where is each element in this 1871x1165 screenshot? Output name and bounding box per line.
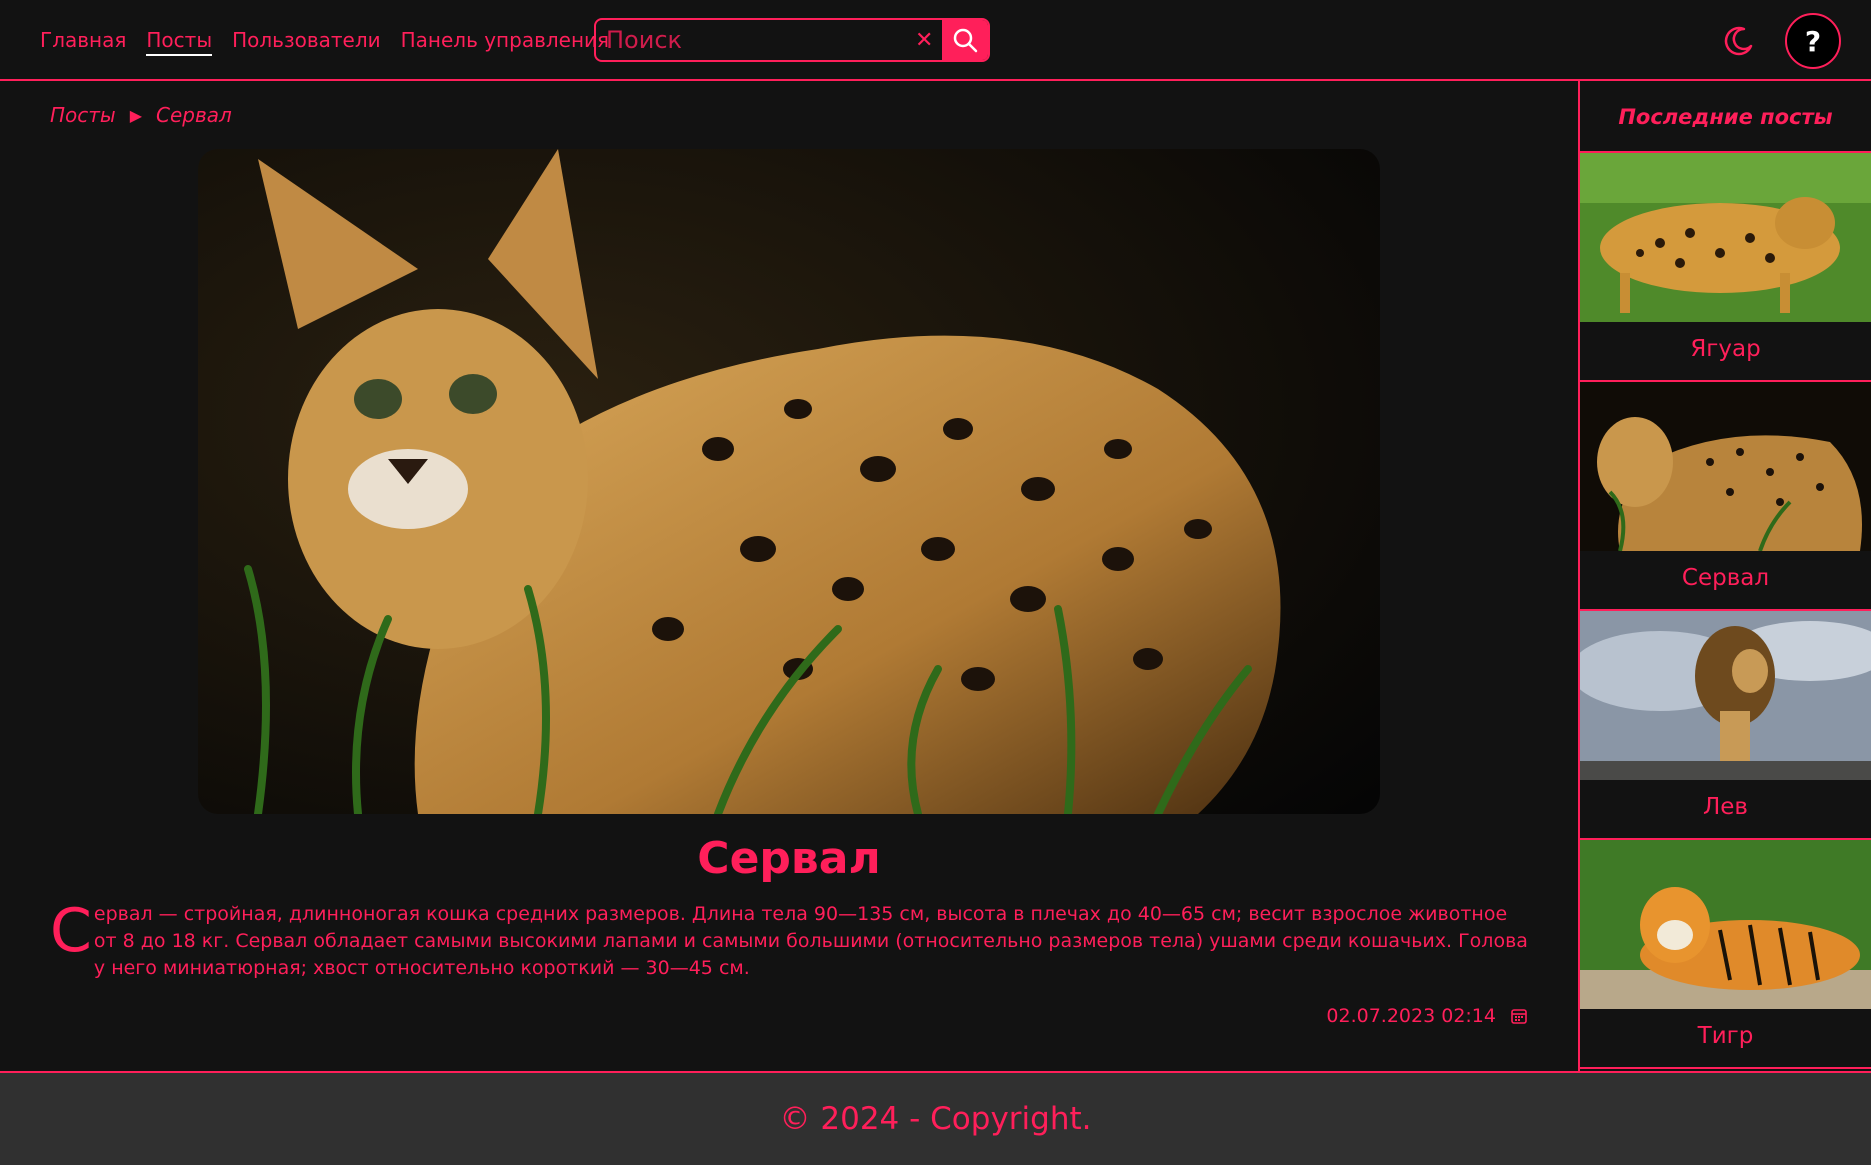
close-icon[interactable]: ✕	[906, 20, 942, 60]
post-title: Сервал	[697, 833, 881, 884]
recent-post-card[interactable]: Ягуар	[1580, 153, 1871, 382]
footer: © 2024 - Copyright.	[0, 1071, 1871, 1165]
recent-post-card[interactable]: Сервал	[1580, 382, 1871, 611]
search-box: ✕	[594, 18, 990, 62]
post-dropcap: С	[50, 896, 92, 966]
breadcrumb-separator: ▶	[129, 105, 143, 125]
nav-link-posts[interactable]: Посты	[146, 26, 213, 56]
copyright-text: © 2024 - Copyright.	[779, 1101, 1092, 1137]
nav-link-users[interactable]: Пользователи	[232, 26, 381, 56]
recent-post-thumbnail[interactable]	[1580, 153, 1871, 322]
help-button[interactable]: ?	[1785, 13, 1841, 69]
recent-post-title[interactable]: Ягуар	[1580, 322, 1871, 380]
main-nav: Главная Посты Пользователи Панель управл…	[40, 26, 609, 56]
breadcrumb: Посты ▶ Сервал	[50, 103, 232, 127]
recent-post-card[interactable]: Тигр	[1580, 840, 1871, 1069]
search-input[interactable]	[596, 20, 906, 60]
nav-link-home[interactable]: Главная	[40, 26, 126, 56]
post-body-text: ервал — стройная, длинноногая кошка сред…	[93, 903, 1528, 979]
recent-post-title[interactable]: Тигр	[1580, 1009, 1871, 1067]
post-date: 02.07.2023 02:14	[1326, 1005, 1528, 1027]
sidebar-title: Последние посты	[1580, 81, 1871, 153]
post-hero-image	[198, 149, 1380, 814]
top-navbar: Главная Посты Пользователи Панель управл…	[0, 0, 1871, 81]
calendar-icon	[1511, 1009, 1527, 1024]
recent-post-card[interactable]: Лев	[1580, 611, 1871, 840]
recent-post-title[interactable]: Сервал	[1580, 551, 1871, 609]
recent-post-title[interactable]: Лев	[1580, 780, 1871, 838]
post-body: Сервал — стройная, длинноногая кошка сре…	[50, 901, 1530, 982]
theme-toggle-button[interactable]	[1722, 24, 1756, 58]
post-date-text: 02.07.2023 02:14	[1326, 1005, 1496, 1027]
search-button[interactable]	[942, 20, 988, 60]
recent-posts-sidebar: Последние посты Ягуар Сервал Лев Тигр	[1578, 81, 1871, 1071]
moon-icon	[1724, 26, 1753, 56]
search-icon	[953, 28, 978, 53]
recent-post-thumbnail[interactable]	[1580, 611, 1871, 780]
recent-post-thumbnail[interactable]	[1580, 382, 1871, 551]
post-content: Посты ▶ Сервал Сервал С ервал — стройная…	[0, 83, 1578, 1071]
breadcrumb-link-posts[interactable]: Посты	[50, 103, 116, 127]
breadcrumb-current: Сервал	[156, 103, 232, 127]
recent-post-thumbnail[interactable]	[1580, 840, 1871, 1009]
nav-link-dashboard[interactable]: Панель управления	[401, 26, 609, 56]
